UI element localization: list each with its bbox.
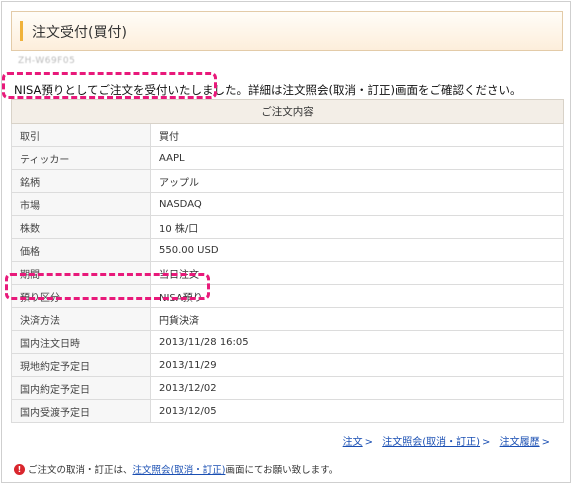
order-details-table: ご注文内容 取引 買付 ティッカー AAPL 銘柄 アップル 市場 NASDAQ 株数 1… — [11, 99, 564, 423]
table-row: 市場 NASDAQ — [11, 192, 564, 216]
row-label-price: 価格 — [11, 238, 151, 262]
row-label-domestic-execution: 国内約定予定日 — [11, 376, 151, 400]
page-title: 注文受付(買付) — [32, 25, 127, 41]
row-label-quantity: 株数 — [11, 215, 151, 239]
link-order[interactable]: 注文 — [343, 437, 363, 448]
row-value-period: 当日注文 — [150, 261, 564, 285]
table-row: ティッカー AAPL — [11, 146, 564, 170]
note-suffix: 画面にてお願い致します。 — [225, 465, 339, 476]
row-value-account-type: NISA預り — [150, 284, 564, 308]
table-row: 株数 10 株/口 — [11, 215, 564, 239]
row-value-delivery: 2013/12/05 — [150, 399, 564, 423]
row-value-trade: 買付 — [150, 123, 564, 147]
row-label-trade: 取引 — [11, 123, 151, 147]
table-row: 国内受渡予定日 2013/12/05 — [11, 399, 564, 423]
row-value-price: 550.00 USD — [150, 238, 564, 262]
row-label-order-datetime: 国内注文日時 — [11, 330, 151, 354]
row-value-settlement: 円貨決済 — [150, 307, 564, 331]
table-row: 国内注文日時 2013/11/28 16:05 — [11, 330, 564, 354]
row-label-settlement: 決済方法 — [11, 307, 151, 331]
row-value-ticker: AAPL — [150, 146, 564, 170]
highlight-nisa-message — [2, 72, 217, 99]
row-value-quantity: 10 株/口 — [150, 215, 564, 239]
table-row: 決済方法 円貨決済 — [11, 307, 564, 331]
note-prefix: ご注文の取消・訂正は、 — [28, 465, 133, 476]
table-row: 価格 550.00 USD — [11, 238, 564, 262]
chevron-right-icon: > — [482, 437, 491, 448]
row-label-name: 銘柄 — [11, 169, 151, 193]
highlight-account-type-row — [5, 273, 210, 300]
row-label-local-execution: 現地約定予定日 — [11, 353, 151, 377]
link-order-history[interactable]: 注文履歴 — [500, 437, 540, 448]
row-value-name: アップル — [150, 169, 564, 193]
row-label-market: 市場 — [11, 192, 151, 216]
chevron-right-icon: > — [364, 437, 374, 448]
footer-links: 注文 > 注文照会(取消・訂正) > 注文履歴 > — [343, 433, 556, 448]
table-title: ご注文内容 — [11, 99, 564, 124]
header-accent-bar — [20, 21, 23, 41]
row-value-local-execution: 2013/11/29 — [150, 353, 564, 377]
warning-icon: ! — [14, 463, 25, 475]
chevron-right-icon: > — [541, 437, 550, 448]
cancel-note: ! ご注文の取消・訂正は、 注文照会(取消・訂正) 画面にてお願い致します。 — [14, 462, 338, 476]
table-row: 現地約定予定日 2013/11/29 — [11, 353, 564, 377]
table-row: 国内約定予定日 2013/12/02 — [11, 376, 564, 400]
row-label-ticker: ティッカー — [11, 146, 151, 170]
row-label-delivery: 国内受渡予定日 — [11, 399, 151, 423]
page-header: 注文受付(買付) — [11, 11, 563, 51]
row-value-market: NASDAQ — [150, 192, 564, 216]
row-value-domestic-execution: 2013/12/02 — [150, 376, 564, 400]
link-order-inquiry[interactable]: 注文照会(取消・訂正) — [382, 437, 480, 448]
row-value-order-datetime: 2013/11/28 16:05 — [150, 330, 564, 354]
order-id: ZH-W69F05 — [18, 56, 76, 66]
note-inquiry-link[interactable]: 注文照会(取消・訂正) — [133, 462, 226, 476]
table-row: 取引 買付 — [11, 123, 564, 147]
table-row: 銘柄 アップル — [11, 169, 564, 193]
